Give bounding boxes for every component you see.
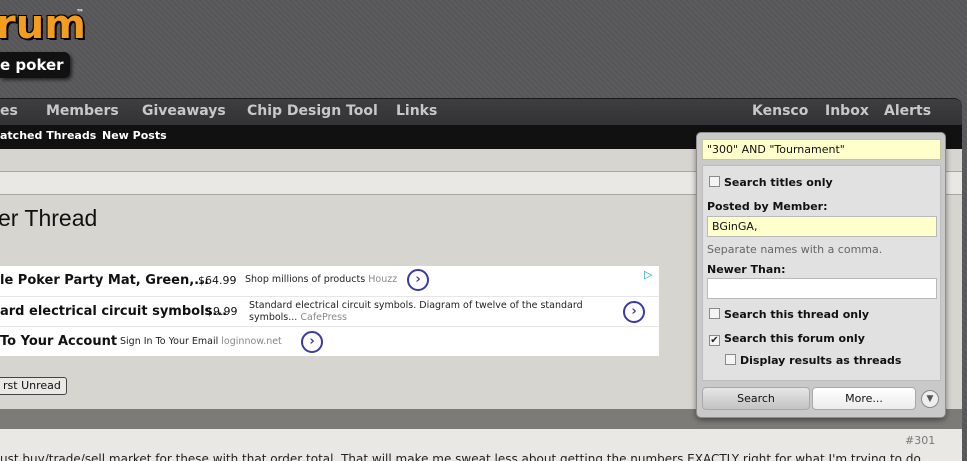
- search-options-panel: Search titles only Posted by Member: Sep…: [702, 165, 941, 381]
- post-text: ust buy/trade/sell market for these with…: [0, 452, 921, 461]
- thread-title: er Thread: [0, 205, 98, 231]
- ad-price: $9.99: [206, 305, 238, 318]
- ad-title[interactable]: le Poker Party Mat, Green,...: [0, 273, 209, 288]
- chevron-down-icon[interactable]: ▼: [921, 390, 939, 408]
- posted-by-hint: Separate names with a comma.: [707, 243, 883, 256]
- chevron-right-icon[interactable]: ›: [623, 301, 645, 323]
- posted-by-input[interactable]: [707, 216, 937, 237]
- first-unread-button[interactable]: rst Unread: [0, 377, 67, 395]
- subnav-new-posts[interactable]: New Posts: [102, 129, 167, 142]
- nav-item-account[interactable]: Kensco: [752, 103, 808, 119]
- newer-than-label: Newer Than:: [707, 263, 786, 276]
- logo-text[interactable]: rum: [0, 2, 86, 48]
- ad-title[interactable]: To Your Account: [0, 334, 117, 349]
- logo-tagline: e poker: [0, 52, 70, 78]
- chevron-right-icon[interactable]: ›: [301, 331, 323, 353]
- nav-item-alerts[interactable]: Alerts: [884, 103, 931, 119]
- ad-description: Sign In To Your Email loginnow.net: [120, 336, 282, 347]
- ad-price: $64.99: [198, 274, 237, 287]
- search-query-input[interactable]: [702, 139, 941, 160]
- nav-item-inbox[interactable]: Inbox: [825, 103, 869, 119]
- as-threads-checkbox[interactable]: [725, 354, 736, 365]
- ad-title[interactable]: ard electrical circuit symbols...: [0, 304, 227, 319]
- ad-description: Shop millions of products Houzz: [245, 274, 398, 285]
- nav-item-giveaways[interactable]: Giveaways: [142, 103, 226, 119]
- this-forum-checkbox[interactable]: ✔: [709, 335, 720, 346]
- main-nav: es Members Giveaways Chip Design Tool Li…: [0, 98, 962, 125]
- this-forum-option[interactable]: ✔ Search this forum only: [709, 332, 865, 346]
- search-popup: Search titles only Posted by Member: Sep…: [696, 132, 946, 418]
- post-body: #301 ust buy/trade/sell market for these…: [0, 429, 962, 461]
- nav-item-forums[interactable]: es: [0, 103, 18, 119]
- search-buttons: Search More... ▼: [702, 387, 942, 410]
- post-number[interactable]: #301: [905, 434, 935, 447]
- logo-trademark: ™: [76, 8, 84, 17]
- this-thread-checkbox[interactable]: [709, 308, 720, 319]
- ad-description: Standard electrical circuit symbols. Dia…: [249, 300, 583, 323]
- ad-box: ▷ le Poker Party Mat, Green,... $64.99 S…: [0, 266, 659, 356]
- titles-only-checkbox[interactable]: [709, 176, 720, 187]
- as-threads-option[interactable]: Display results as threads: [725, 354, 901, 367]
- nav-item-links[interactable]: Links: [396, 103, 437, 119]
- ad-row[interactable]: To Your Account Sign In To Your Email lo…: [0, 326, 659, 356]
- titles-only-option[interactable]: Search titles only: [709, 176, 833, 189]
- ad-row[interactable]: ard electrical circuit symbols... $9.99 …: [0, 296, 659, 326]
- subnav-watched-threads[interactable]: atched Threads: [0, 129, 96, 142]
- chevron-right-icon[interactable]: ›: [407, 269, 429, 291]
- search-button[interactable]: Search: [702, 387, 810, 410]
- more-options-button[interactable]: More...: [812, 387, 916, 410]
- ad-row[interactable]: le Poker Party Mat, Green,... $64.99 Sho…: [0, 266, 659, 296]
- newer-than-input[interactable]: [707, 278, 937, 299]
- nav-item-members[interactable]: Members: [46, 103, 119, 119]
- posted-by-label: Posted by Member:: [707, 200, 828, 213]
- this-thread-option[interactable]: Search this thread only: [709, 308, 869, 321]
- nav-item-chip-design-tool[interactable]: Chip Design Tool: [247, 103, 378, 119]
